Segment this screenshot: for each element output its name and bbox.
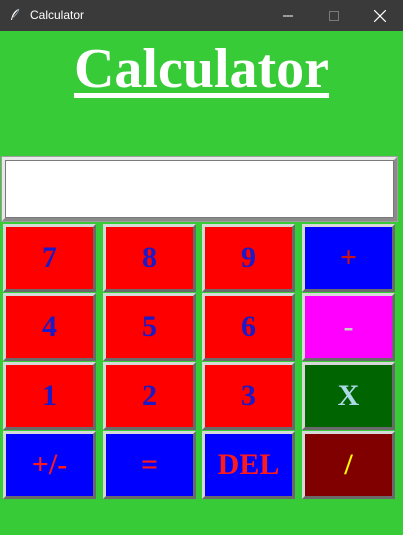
key-equals[interactable]: = [103, 431, 196, 499]
maximize-icon [329, 10, 339, 21]
key-delete[interactable]: DEL [202, 431, 295, 499]
minimize-button[interactable] [265, 0, 311, 31]
key-8[interactable]: 8 [103, 224, 196, 292]
key-7[interactable]: 7 [3, 224, 96, 292]
display-input[interactable] [5, 160, 394, 218]
key-1[interactable]: 1 [3, 362, 96, 430]
app-heading: Calculator [73, 38, 330, 100]
key-add[interactable]: + [302, 224, 395, 292]
close-icon [374, 9, 386, 22]
key-3[interactable]: 3 [202, 362, 295, 430]
maximize-button[interactable] [311, 0, 357, 31]
feather-icon [11, 8, 20, 20]
key-9[interactable]: 9 [202, 224, 295, 292]
key-multiply[interactable]: X [302, 362, 395, 430]
title-bar[interactable]: Calculator [0, 0, 403, 31]
window-title: Calculator [30, 8, 85, 22]
key-6[interactable]: 6 [202, 293, 295, 361]
key-negate[interactable]: +/- [3, 431, 96, 499]
close-button[interactable] [357, 0, 403, 31]
key-5[interactable]: 5 [103, 293, 196, 361]
key-subtract[interactable]: - [302, 293, 395, 361]
minimize-icon [283, 15, 293, 16]
display-frame [1, 156, 398, 222]
calculator-window: Calculator Calculator 7 8 9 + 4 5 6 - 1 … [0, 0, 403, 535]
key-2[interactable]: 2 [103, 362, 196, 430]
key-divide[interactable]: / [302, 431, 395, 499]
key-4[interactable]: 4 [3, 293, 96, 361]
